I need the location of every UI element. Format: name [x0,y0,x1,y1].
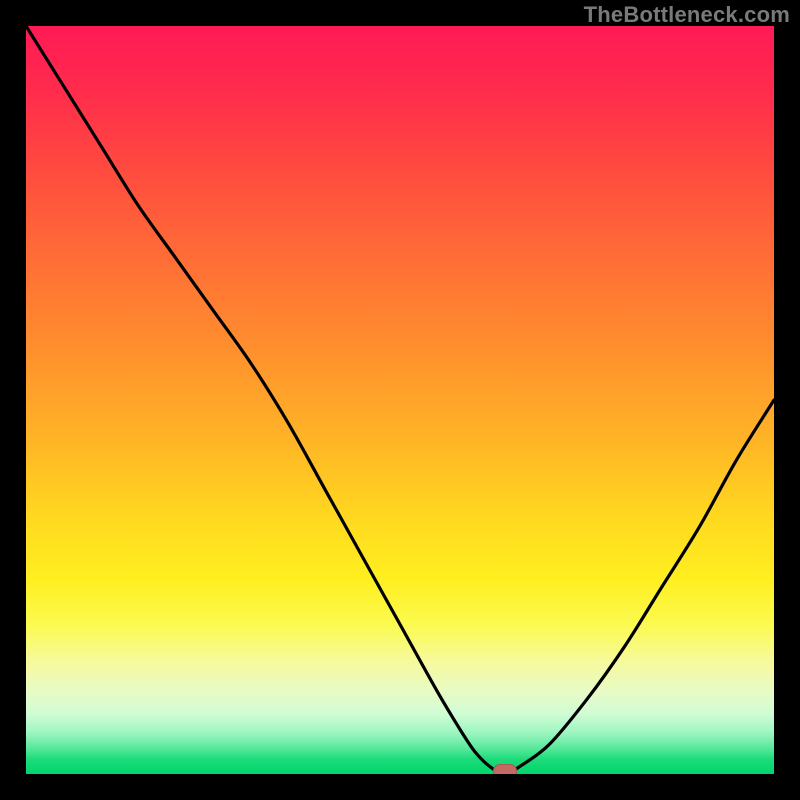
plot-area [26,26,774,774]
watermark-text: TheBottleneck.com [584,2,790,28]
chart-frame: TheBottleneck.com [0,0,800,800]
bottleneck-curve [26,26,774,774]
optimum-marker [493,764,517,774]
